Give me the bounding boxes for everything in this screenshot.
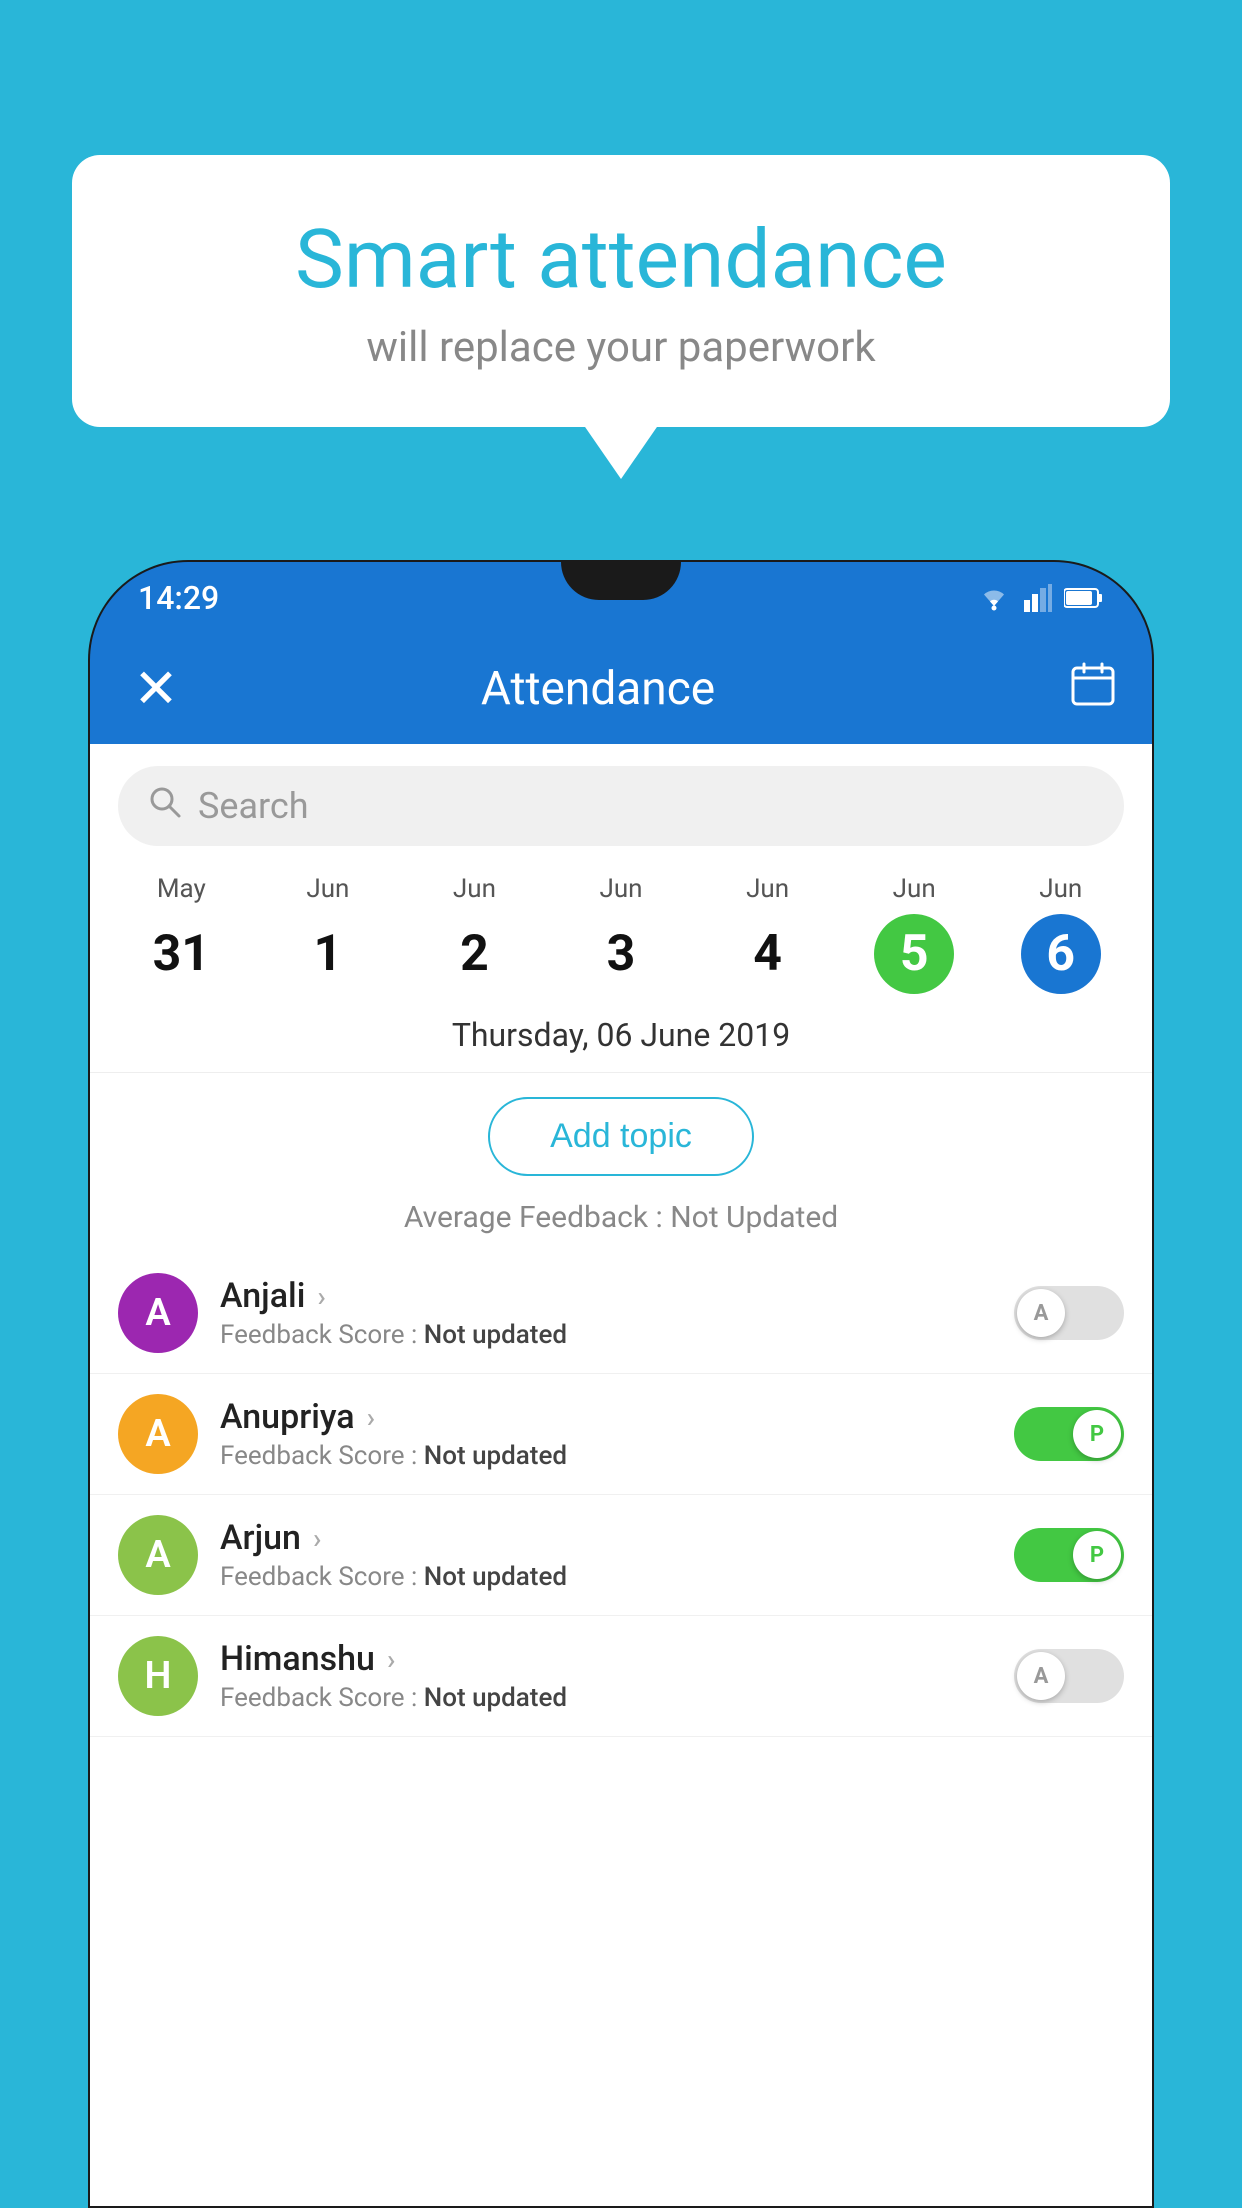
student-feedback: Feedback Score : Not updated [220, 1562, 1014, 1592]
chevron-right-icon: › [367, 1401, 375, 1434]
calendar-day[interactable]: Jun5 [841, 874, 988, 994]
battery-icon [1064, 587, 1104, 609]
add-topic-button[interactable]: Add topic [488, 1097, 754, 1176]
calendar-strip: May31Jun1Jun2Jun3Jun4Jun5Jun6 [90, 846, 1152, 1006]
status-icons [976, 584, 1104, 612]
wifi-icon [976, 584, 1012, 612]
app-bar: ✕ Attendance [90, 634, 1152, 744]
student-feedback: Feedback Score : Not updated [220, 1683, 1014, 1713]
student-name[interactable]: Arjun › [220, 1518, 1014, 1558]
calendar-day[interactable]: Jun2 [401, 874, 548, 994]
student-name[interactable]: Himanshu › [220, 1639, 1014, 1679]
signal-icon [1024, 584, 1052, 612]
student-item: A Anupriya › Feedback Score : Not updatedP [90, 1374, 1152, 1495]
search-bar[interactable]: Search [118, 766, 1124, 846]
student-name[interactable]: Anupriya › [220, 1397, 1014, 1437]
status-bar: 14:29 [90, 562, 1152, 634]
selected-date-label: Thursday, 06 June 2019 [90, 1006, 1152, 1073]
phone-inner: 14:29 [90, 562, 1152, 2206]
calendar-day[interactable]: Jun1 [255, 874, 402, 994]
student-item: A Arjun › Feedback Score : Not updatedP [90, 1495, 1152, 1616]
phone-content: Search May31Jun1Jun2Jun3Jun4Jun5Jun6 Thu… [90, 744, 1152, 2206]
student-avatar: A [118, 1394, 198, 1474]
search-icon [148, 785, 182, 828]
student-list: AAnjali ›Feedback Score : Not updatedAAA… [90, 1253, 1152, 1737]
student-avatar: A [118, 1273, 198, 1353]
chevron-right-icon: › [313, 1522, 321, 1555]
speech-bubble: Smart attendance will replace your paper… [72, 155, 1170, 427]
student-feedback: Feedback Score : Not updated [220, 1320, 1014, 1350]
student-feedback: Feedback Score : Not updated [220, 1441, 1014, 1471]
student-item: H Himanshu › Feedback Score : Not updatedA [90, 1616, 1152, 1737]
attendance-toggle[interactable]: P [1014, 1407, 1124, 1461]
student-name[interactable]: Anjali › [220, 1276, 1014, 1316]
attendance-toggle[interactable]: A [1014, 1286, 1124, 1340]
status-time: 14:29 [138, 579, 219, 617]
calendar-day[interactable]: Jun4 [694, 874, 841, 994]
chevron-right-icon: › [387, 1643, 395, 1676]
average-feedback: Average Feedback : Not Updated [90, 1200, 1152, 1235]
student-avatar: A [118, 1515, 198, 1595]
app-bar-title: Attendance [126, 662, 1070, 716]
phone-frame: 14:29 [88, 560, 1154, 2208]
calendar-button[interactable] [1070, 661, 1116, 718]
attendance-toggle[interactable]: A [1014, 1649, 1124, 1703]
attendance-toggle[interactable]: P [1014, 1528, 1124, 1582]
student-item: AAnjali ›Feedback Score : Not updatedA [90, 1253, 1152, 1374]
bubble-title: Smart attendance [122, 215, 1120, 305]
student-avatar: H [118, 1636, 198, 1716]
notch [561, 562, 681, 600]
calendar-day[interactable]: May31 [108, 874, 255, 994]
bubble-subtitle: will replace your paperwork [122, 323, 1120, 372]
chevron-right-icon: › [317, 1280, 325, 1313]
calendar-day[interactable]: Jun6 [987, 874, 1134, 994]
calendar-day[interactable]: Jun3 [548, 874, 695, 994]
search-input-placeholder: Search [198, 785, 309, 827]
